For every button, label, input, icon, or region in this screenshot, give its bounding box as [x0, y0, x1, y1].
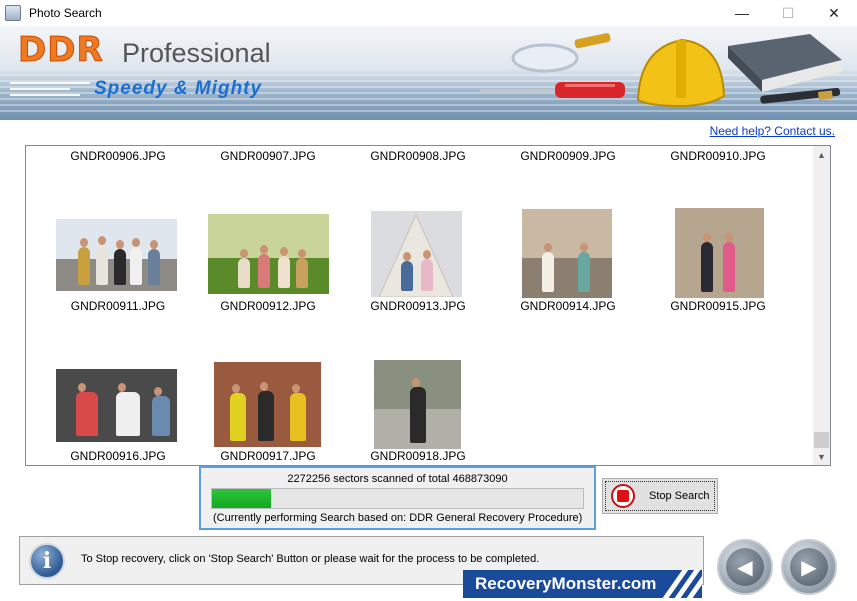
- progress-bar: [211, 488, 584, 509]
- speed-line: [10, 82, 90, 84]
- next-arrow-icon: ▶: [790, 548, 828, 586]
- file-name: GNDR00912.JPG: [220, 299, 316, 313]
- photo-thumbnail[interactable]: [208, 214, 329, 294]
- hardhat-icon: [636, 38, 726, 108]
- file-name: GNDR00917.JPG: [220, 449, 316, 463]
- tagline: Speedy & Mighty: [94, 78, 263, 99]
- file-name: GNDR00911.JPG: [70, 299, 166, 313]
- scroll-up-arrow-icon[interactable]: ▲: [813, 146, 830, 163]
- file-name: GNDR00906.JPG: [70, 149, 166, 163]
- speed-line: [10, 88, 70, 90]
- file-name: GNDR00915.JPG: [670, 299, 766, 313]
- status-message: To Stop recovery, click on 'Stop Search'…: [81, 553, 540, 565]
- file-name: GNDR00907.JPG: [220, 149, 316, 163]
- maximize-button[interactable]: ☐: [765, 0, 811, 26]
- brand-logo: DDR: [18, 30, 104, 71]
- app-icon: [5, 5, 21, 21]
- results-panel: GNDR00906.JPG GNDR00907.JPG GNDR00908.JP…: [25, 145, 831, 466]
- close-button[interactable]: ✕: [811, 0, 857, 26]
- speed-line: [10, 94, 80, 96]
- logo-text: RecoveryMonster.com: [475, 574, 657, 593]
- title-bar: Photo Search — ☐ ✕: [0, 0, 857, 26]
- back-button[interactable]: ◀: [717, 539, 773, 595]
- banner-tools-illustration: [480, 33, 842, 108]
- next-button[interactable]: ▶: [781, 539, 837, 595]
- scroll-thumb[interactable]: [814, 432, 829, 448]
- file-name: GNDR00914.JPG: [520, 299, 616, 313]
- product-name: Professional: [122, 38, 271, 68]
- pen-icon: [760, 87, 841, 104]
- file-name: GNDR00908.JPG: [370, 149, 466, 163]
- recoverymonster-logo: RecoveryMonster.com: [463, 570, 702, 598]
- recovery-method-text: (Currently performing Search based on: D…: [213, 512, 583, 524]
- file-name: GNDR00913.JPG: [370, 299, 466, 313]
- minimize-button[interactable]: —: [719, 0, 765, 26]
- book-icon: [728, 34, 842, 92]
- scroll-down-arrow-icon[interactable]: ▼: [813, 448, 830, 465]
- help-link[interactable]: Need help? Contact us.: [710, 124, 835, 138]
- photo-thumbnail[interactable]: [56, 219, 177, 291]
- info-icon: i: [29, 543, 65, 579]
- photo-thumbnail[interactable]: [675, 208, 764, 298]
- stop-search-label: Stop Search: [649, 490, 710, 502]
- magnifier-icon: [511, 33, 611, 73]
- progress-fill: [212, 489, 272, 508]
- photo-thumbnail[interactable]: [522, 209, 612, 298]
- back-arrow-icon: ◀: [726, 548, 764, 586]
- file-name: GNDR00909.JPG: [520, 149, 616, 163]
- header-banner: DDR Professional Speedy & Mighty: [0, 26, 857, 120]
- photo-thumbnail[interactable]: [214, 362, 321, 447]
- stop-icon: [611, 484, 635, 508]
- results-scrollbar[interactable]: ▲ ▼: [813, 146, 830, 465]
- stop-search-button[interactable]: Stop Search: [602, 478, 718, 514]
- file-name: GNDR00918.JPG: [370, 449, 466, 463]
- screwdriver-icon: [480, 82, 625, 98]
- progress-group: 2272256 sectors scanned of total 4688730…: [199, 466, 596, 530]
- photo-thumbnail[interactable]: [371, 211, 462, 297]
- sectors-status: 2272256 sectors scanned of total 4688730…: [287, 473, 508, 485]
- photo-thumbnail[interactable]: [56, 369, 177, 442]
- file-name: GNDR00910.JPG: [670, 149, 766, 163]
- photo-thumbnail[interactable]: [374, 360, 461, 449]
- window-title: Photo Search: [29, 6, 102, 20]
- file-name: GNDR00916.JPG: [70, 449, 166, 463]
